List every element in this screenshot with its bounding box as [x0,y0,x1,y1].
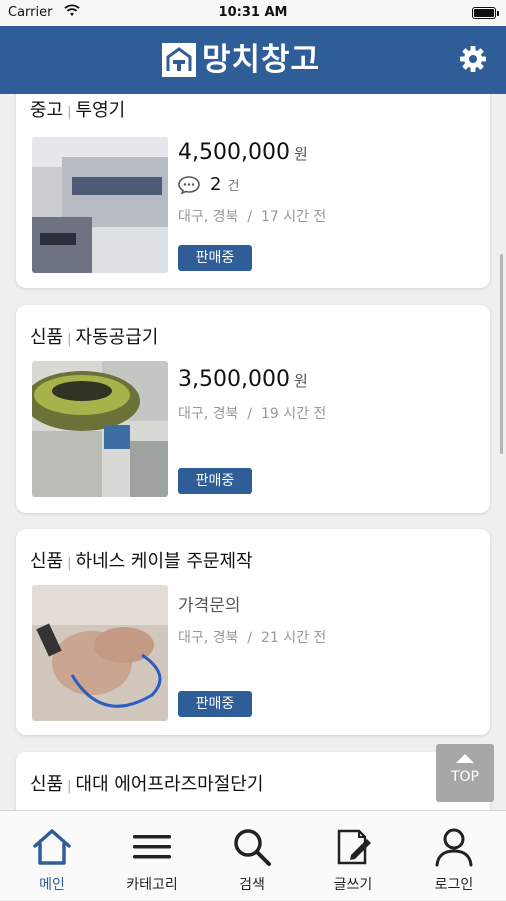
app-header: 망치창고 [0,26,506,94]
tab-search[interactable]: 검색 [202,811,302,901]
listing-title: 신품|대대 에어프라즈마절단기 [30,770,263,796]
bottom-tab-bar: 메인 카테고리 검색 글쓰기 로그인 [0,810,506,900]
tab-main[interactable]: 메인 [2,811,102,901]
listing-name: 대대 에어프라즈마절단기 [76,774,264,795]
listing-title: 신품|자동공급기 [30,323,158,349]
status-badge: 판매중 [178,691,252,717]
listing-condition: 신품 [30,551,63,572]
settings-gear-icon[interactable] [458,44,488,74]
clock: 10:31 AM [0,5,506,20]
listing-card[interactable]: 중고|투영기 4,500,000원 2건 대구, 경북 / 1 [16,94,490,288]
home-icon [30,825,74,869]
listing-name: 자동공급기 [76,327,159,348]
hammer-house-logo-icon [160,41,198,79]
listing-meta: 대구, 경북 / 21 시간 전 [178,627,326,647]
listing-name: 하네스 케이블 주문제작 [76,551,253,572]
status-badge: 판매중 [178,468,252,494]
listing-price: 3,500,000원 [178,367,308,392]
write-icon [331,825,375,869]
listing-price: 4,500,000원 [178,140,308,165]
app-logo[interactable]: 망치창고 [160,39,320,81]
logo-text: 망치창고 [202,41,320,79]
tab-category[interactable]: 카테고리 [102,811,202,901]
listing-meta: 대구, 경북 / 17 시간 전 [178,206,326,226]
scrollbar[interactable] [500,254,503,454]
listing-condition: 신품 [30,774,63,795]
listing-card[interactable]: 신품|자동공급기 3,500,000원 대구, 경북 / 19 시간 전 판매중 [16,305,490,513]
listing-thumbnail [32,361,168,497]
listing-card[interactable]: 신품|하네스 케이블 주문제작 가격문의 대구, 경북 / 21 시간 전 판매… [16,529,490,735]
price-inquiry: 가격문의 [178,591,241,616]
listing-name: 투영기 [76,100,126,121]
listing-meta: 대구, 경북 / 19 시간 전 [178,403,326,423]
listing-title: 중고|투영기 [30,96,125,122]
tab-login[interactable]: 로그인 [404,811,504,901]
top-label: TOP [436,769,494,785]
speech-bubble-icon [178,176,200,194]
user-icon [432,825,476,869]
listing-thumbnail [32,137,168,273]
menu-icon [130,825,174,869]
listing-thumbnail [32,585,168,721]
arrow-up-icon [456,754,474,763]
listing-title: 신품|하네스 케이블 주문제작 [30,547,253,573]
listing-condition: 중고 [30,100,63,121]
listing-card[interactable]: 신품|대대 에어프라즈마절단기 [16,752,490,810]
search-icon [230,825,274,869]
scroll-to-top-button[interactable]: TOP [436,744,494,802]
comment-count: 2건 [178,174,239,195]
listing-feed[interactable]: 중고|투영기 4,500,000원 2건 대구, 경북 / 1 [0,94,506,810]
status-badge: 판매중 [178,245,252,271]
tab-write[interactable]: 글쓰기 [303,811,403,901]
status-bar: Carrier 10:31 AM [0,0,506,26]
listing-condition: 신품 [30,327,63,348]
battery-icon [472,7,496,19]
